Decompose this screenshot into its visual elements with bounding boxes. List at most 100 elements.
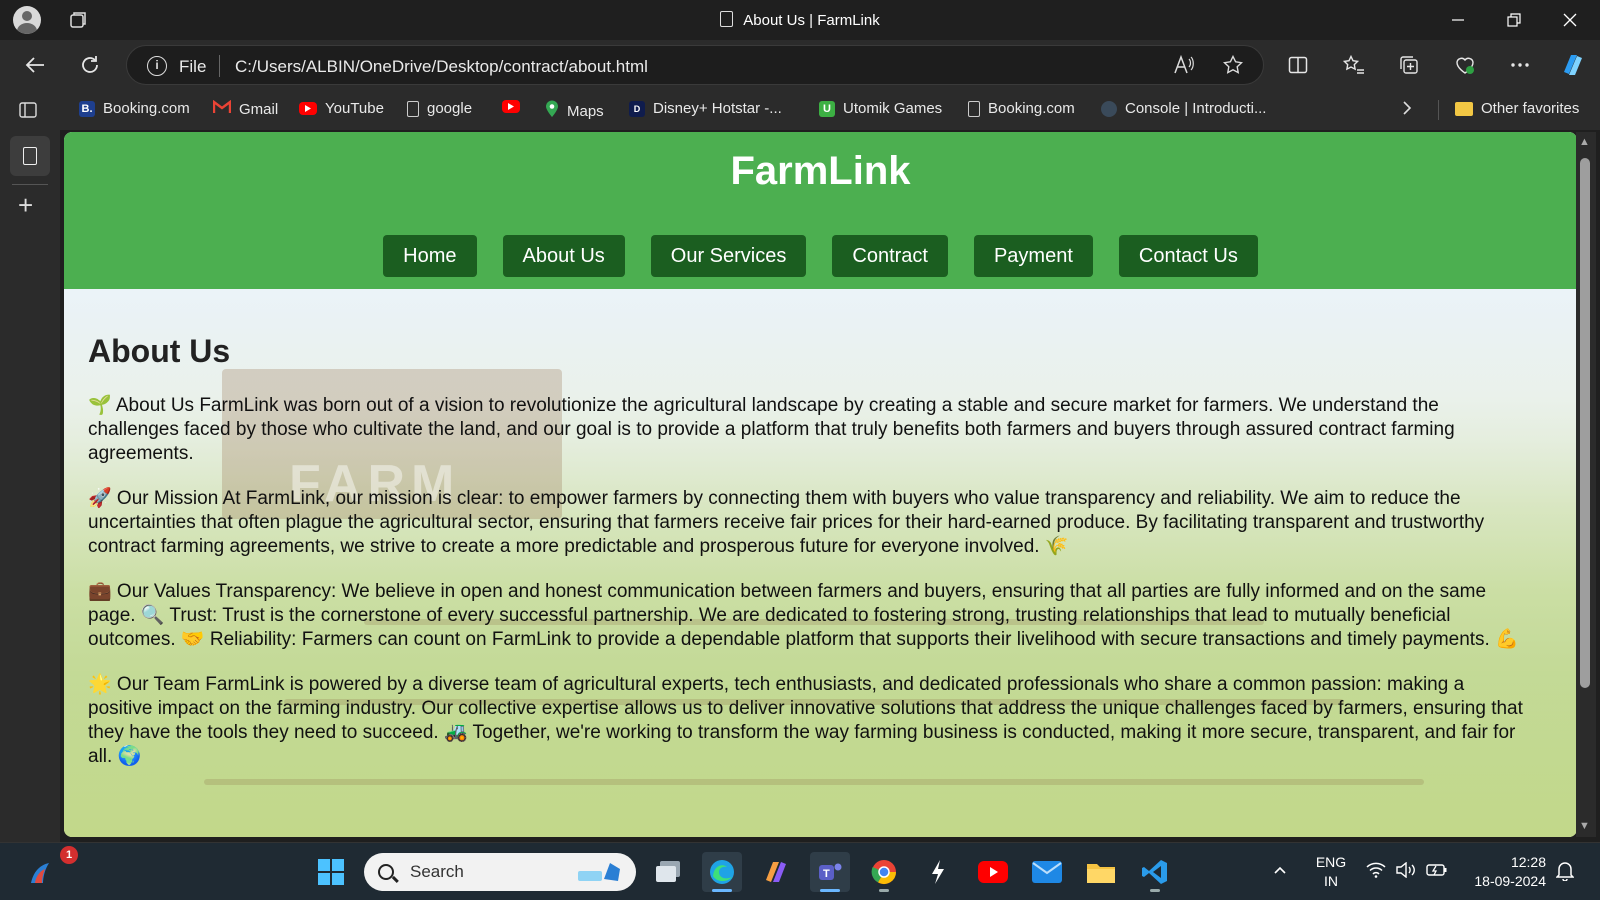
favorite-label: Booking.com xyxy=(103,100,190,117)
about-section: FARM About Us 🌱 About Us FarmLink was bo… xyxy=(64,289,1577,837)
file-explorer-icon[interactable] xyxy=(1081,852,1121,892)
tab-actions-icon[interactable] xyxy=(18,100,38,120)
favorite-maps[interactable]: Maps xyxy=(545,100,604,122)
favorite-booking-2[interactable]: Booking.com xyxy=(968,100,1075,117)
terminal-app-icon[interactable] xyxy=(918,852,958,892)
vscode-app-icon[interactable] xyxy=(1135,852,1175,892)
site-header: FarmLink Home About Us Our Services Cont… xyxy=(64,132,1577,289)
maps-icon xyxy=(545,100,559,122)
teams-app-icon[interactable]: T xyxy=(810,852,850,892)
browser-title-bar: About Us | FarmLink xyxy=(0,0,1600,40)
running-indicator xyxy=(879,889,889,892)
language-code: ENG xyxy=(1315,854,1347,870)
favorite-utomik[interactable]: U Utomik Games xyxy=(819,100,942,117)
refresh-icon[interactable] xyxy=(77,52,103,78)
page-icon xyxy=(23,147,37,165)
active-indicator xyxy=(712,889,732,892)
favorite-label: Booking.com xyxy=(988,100,1075,117)
svg-text:T: T xyxy=(823,868,830,880)
favorite-gmail[interactable]: Gmail xyxy=(212,99,279,118)
page-heading: About Us xyxy=(88,333,231,369)
mail-app-icon[interactable] xyxy=(1027,852,1067,892)
edge-app-icon[interactable] xyxy=(702,852,742,892)
windows-taskbar: 1 Search T ENG IN 12:28 18-09-2024 xyxy=(0,842,1600,900)
site-brand: FarmLink xyxy=(730,149,911,193)
clock-time: 12:28 xyxy=(1510,854,1546,870)
widgets-icon[interactable]: 1 xyxy=(20,846,78,892)
running-indicator xyxy=(1150,889,1160,892)
volume-icon[interactable] xyxy=(1396,861,1416,883)
split-screen-icon[interactable] xyxy=(1285,52,1311,78)
youtube-app-icon[interactable] xyxy=(973,852,1013,892)
favorite-booking[interactable]: B. Booking.com xyxy=(79,100,190,117)
nav-contact-button[interactable]: Contact Us xyxy=(1118,235,1258,277)
youtube-icon xyxy=(299,102,317,115)
more-favorites-chevron-icon[interactable] xyxy=(1402,100,1412,116)
page-icon xyxy=(407,100,419,117)
scheme-label: File xyxy=(179,57,207,76)
gmail-icon xyxy=(212,99,232,118)
favorites-bar: B. Booking.com Gmail YouTube google Maps… xyxy=(0,90,1600,130)
favorite-label: Maps xyxy=(567,102,604,120)
browser-essentials-icon[interactable] xyxy=(1452,52,1478,78)
hotstar-icon: D xyxy=(629,100,645,117)
other-favorites-label: Other favorites xyxy=(1481,100,1580,117)
task-view-icon[interactable] xyxy=(648,852,688,892)
page-scrollbar[interactable]: ▲ ▼ xyxy=(1576,132,1596,837)
show-hidden-icons-chevron-icon[interactable] xyxy=(1273,861,1287,880)
window-title-text: About Us | FarmLink xyxy=(743,12,880,29)
url-text[interactable]: C:/Users/ALBIN/OneDrive/Desktop/contract… xyxy=(235,57,648,77)
browser-toolbar: i File C:/Users/ALBIN/OneDrive/Desktop/c… xyxy=(0,40,1600,90)
scrollbar-thumb[interactable] xyxy=(1580,158,1590,688)
page-viewport: FarmLink Home About Us Our Services Cont… xyxy=(64,132,1577,837)
start-windows-icon[interactable] xyxy=(311,852,351,892)
clock-date: 18-09-2024 xyxy=(1474,873,1546,889)
language-indicator[interactable]: ENG IN xyxy=(1314,853,1348,891)
console-icon xyxy=(1101,100,1117,117)
booking-icon: B. xyxy=(79,100,95,117)
battery-icon[interactable] xyxy=(1426,862,1448,883)
new-tab-plus-icon[interactable]: + xyxy=(18,190,33,221)
favorite-label: Utomik Games xyxy=(843,100,943,117)
scroll-up-icon[interactable]: ▲ xyxy=(1579,136,1590,148)
copilot-icon[interactable] xyxy=(1558,50,1588,80)
nav-payment-button[interactable]: Payment xyxy=(973,235,1093,277)
favorite-console[interactable]: Console | Introducti... xyxy=(1101,100,1266,117)
more-options-icon[interactable] xyxy=(1507,52,1533,78)
taskbar-search-input[interactable]: Search xyxy=(364,853,636,891)
favorite-hotstar[interactable]: D Disney+ Hotstar -... xyxy=(629,100,782,117)
divider xyxy=(12,184,48,185)
read-aloud-icon[interactable] xyxy=(1173,54,1195,80)
other-favorites[interactable]: Other favorites xyxy=(1455,100,1579,117)
team-paragraph: 🌟 Our Team FarmLink is powered by a dive… xyxy=(88,674,1523,767)
back-arrow-icon[interactable] xyxy=(22,52,48,78)
search-placeholder: Search xyxy=(410,862,464,881)
favorite-star-icon[interactable] xyxy=(1222,54,1244,80)
chrome-app-icon[interactable] xyxy=(864,852,904,892)
divider xyxy=(1438,100,1439,120)
tab-about-us[interactable] xyxy=(10,136,50,176)
favorite-youtube[interactable]: YouTube xyxy=(299,100,384,117)
nav-services-button[interactable]: Our Services xyxy=(650,235,807,277)
close-button[interactable] xyxy=(1542,0,1598,40)
clock[interactable]: 12:28 18-09-2024 xyxy=(1466,853,1546,891)
minimize-button[interactable] xyxy=(1430,0,1486,40)
scroll-down-icon[interactable]: ▼ xyxy=(1579,820,1590,832)
copilot-app-icon[interactable] xyxy=(756,852,796,892)
nav-about-button[interactable]: About Us xyxy=(502,235,625,277)
favorites-icon[interactable] xyxy=(1341,52,1367,78)
collections-icon[interactable] xyxy=(1396,52,1422,78)
favorite-label: Disney+ Hotstar -... xyxy=(653,100,782,117)
nav-contract-button[interactable]: Contract xyxy=(832,235,948,277)
nav-home-button[interactable]: Home xyxy=(383,235,477,277)
wifi-icon[interactable] xyxy=(1366,862,1386,883)
favorite-label: Gmail xyxy=(239,100,279,118)
favorite-youtube-2[interactable] xyxy=(502,100,520,113)
site-info-icon[interactable]: i xyxy=(147,56,167,76)
mission-paragraph: 🚀 Our Mission At FarmLink, our mission i… xyxy=(88,488,1485,557)
address-bar[interactable]: i File C:/Users/ALBIN/OneDrive/Desktop/c… xyxy=(126,45,1264,85)
window-title: About Us | FarmLink xyxy=(0,11,1600,29)
favorite-google[interactable]: google xyxy=(407,100,472,117)
restore-button[interactable] xyxy=(1486,0,1542,40)
notification-bell-icon[interactable] xyxy=(1555,861,1575,886)
